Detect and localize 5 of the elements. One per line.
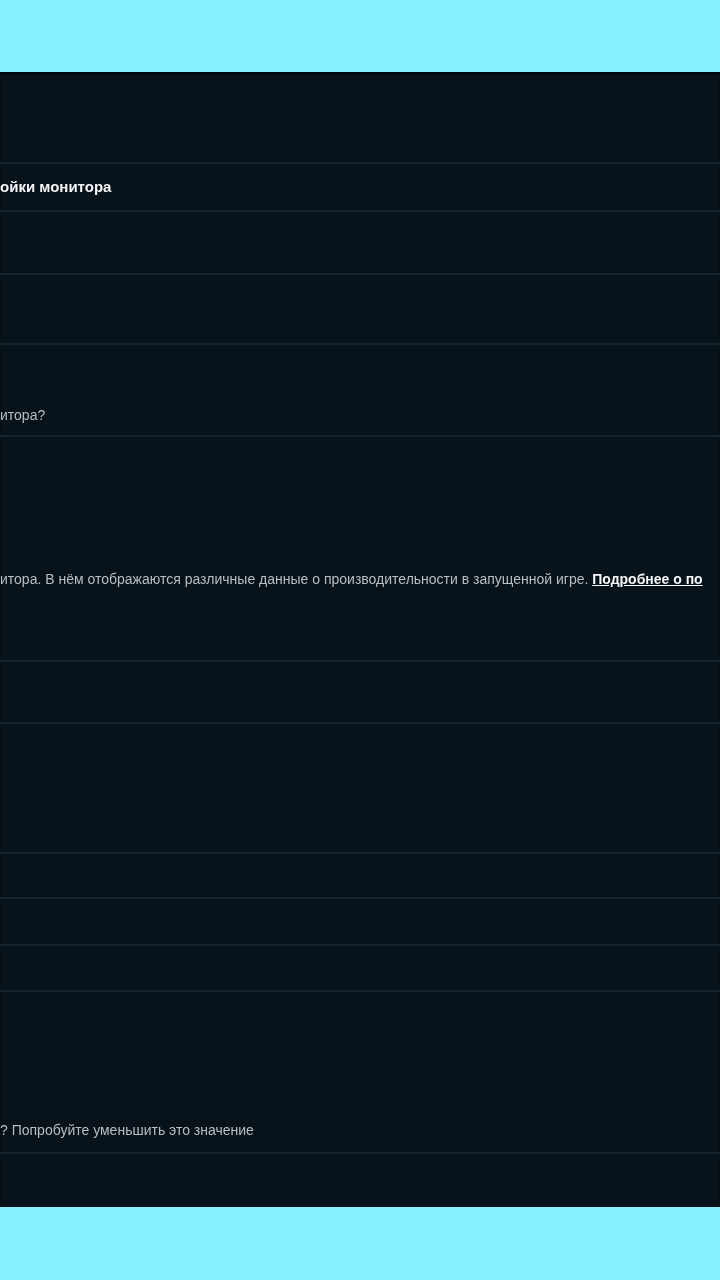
learn-more-link[interactable]: Подробнее о по xyxy=(592,571,703,587)
setting-description: ? Попробуйте уменьшить это значение xyxy=(0,1122,254,1139)
setting-description: итора. В нём отображаются различные данные о производительности в запущенной игре. Подробнее о по xyxy=(0,571,703,588)
section-title: ойки монитора xyxy=(0,178,112,195)
setting-description: итора? xyxy=(0,407,46,424)
